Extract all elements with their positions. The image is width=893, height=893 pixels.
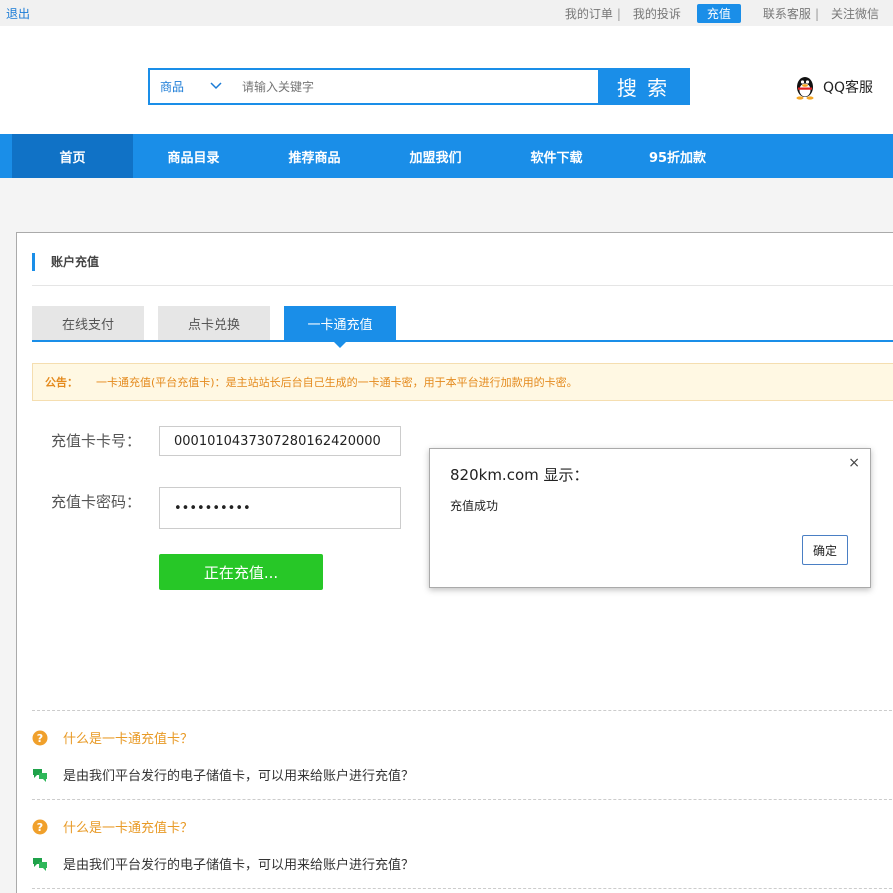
ok-button[interactable]: 确定 xyxy=(802,535,848,565)
my-orders-link[interactable]: 我的订单 xyxy=(565,5,613,22)
search-input[interactable] xyxy=(234,70,598,103)
svg-text:?: ? xyxy=(37,821,43,834)
tab-card-exchange[interactable]: 点卡兑换 xyxy=(158,306,270,340)
nav-home[interactable]: 首页 xyxy=(12,134,133,178)
notice-bar: 公告： 一卡通充值(平台充值卡)：是主站站长后台自己生成的一卡通卡密，用于本平台… xyxy=(32,363,893,401)
nav-join-us[interactable]: 加盟我们 xyxy=(375,134,496,178)
recharge-link[interactable]: 充值 xyxy=(696,4,741,23)
top-links: 我的订单 | 我的投诉 充值 联系客服 | 关注微信 xyxy=(561,4,883,23)
nav-discount-topup[interactable]: 95折加款 xyxy=(617,134,738,178)
separator: | xyxy=(814,6,819,21)
tab-one-card-recharge[interactable]: 一卡通充值 xyxy=(284,306,396,348)
divider xyxy=(32,285,893,286)
header: 商品 搜 索 QQ客服 xyxy=(0,26,893,134)
nav-software-download[interactable]: 软件下载 xyxy=(496,134,617,178)
faq-question: ? 什么是一卡通充值卡？ xyxy=(32,817,193,836)
dialog-message: 充值成功 xyxy=(450,499,499,513)
question-icon: ? xyxy=(32,819,48,834)
card-number-label: 充值卡卡号： xyxy=(51,432,142,450)
svg-text:?: ? xyxy=(37,732,43,745)
logout-link[interactable]: 退出 xyxy=(6,5,30,22)
faq-question: ? 什么是一卡通充值卡？ xyxy=(32,728,193,747)
contact-service-link[interactable]: 联系客服 xyxy=(763,5,811,22)
qq-penguin-icon xyxy=(796,77,814,100)
separator: | xyxy=(616,6,621,21)
faq-question-text: 什么是一卡通充值卡？ xyxy=(63,732,194,747)
faq-answer: 是由我们平台发行的电子储值卡，可以用来给账户进行充值？ xyxy=(32,765,414,784)
divider xyxy=(32,710,893,711)
qq-service-label: QQ客服 xyxy=(823,80,874,96)
faq-answer-text: 是由我们平台发行的电子储值卡，可以用来给账户进行充值？ xyxy=(63,769,415,784)
page-title: 账户充值 xyxy=(32,253,99,271)
main-nav: 首页 商品目录 推荐商品 加盟我们 软件下载 95折加款 xyxy=(0,134,893,178)
qq-service-link[interactable]: QQ客服 xyxy=(793,74,873,100)
chat-bubble-icon xyxy=(33,768,47,782)
question-icon: ? xyxy=(32,730,48,745)
search-box: 商品 搜 索 xyxy=(148,68,690,105)
nav-recommended[interactable]: 推荐商品 xyxy=(254,134,375,178)
recharge-submit-button[interactable]: 正在充值... xyxy=(159,554,323,590)
divider xyxy=(32,799,893,800)
tab-online-payment[interactable]: 在线支付 xyxy=(32,306,144,340)
chevron-down-icon xyxy=(210,82,222,90)
divider xyxy=(32,888,893,889)
chat-bubble-icon xyxy=(33,857,47,871)
follow-wechat-link[interactable]: 关注微信 xyxy=(831,5,879,22)
payment-tabs: 在线支付 点卡兑换 一卡通充值 xyxy=(32,306,893,348)
notice-label: 公告： xyxy=(45,376,78,389)
alert-dialog: 820km.com 显示： × 充值成功 确定 xyxy=(429,448,871,588)
faq-answer-text: 是由我们平台发行的电子储值卡，可以用来给账户进行充值？ xyxy=(63,858,415,873)
card-number-field[interactable]: 0001010437307280162420000 xyxy=(159,426,401,456)
search-category-label: 商品 xyxy=(160,80,185,94)
nav-product-catalog[interactable]: 商品目录 xyxy=(133,134,254,178)
notice-text: 一卡通充值(平台充值卡)：是主站站长后台自己生成的一卡通卡密，用于本平台进行加款… xyxy=(96,376,578,389)
my-complaints-link[interactable]: 我的投诉 xyxy=(633,5,681,22)
search-button[interactable]: 搜 索 xyxy=(598,70,688,103)
close-icon[interactable]: × xyxy=(848,455,860,471)
search-category-select[interactable]: 商品 xyxy=(150,70,234,103)
card-password-field[interactable]: •••••••••• xyxy=(159,487,401,529)
card-password-label: 充值卡密码： xyxy=(51,493,142,511)
faq-question-text: 什么是一卡通充值卡？ xyxy=(63,821,194,836)
top-bar: 退出 我的订单 | 我的投诉 充值 联系客服 | 关注微信 xyxy=(0,0,893,26)
faq-answer: 是由我们平台发行的电子储值卡，可以用来给账户进行充值？ xyxy=(32,854,414,873)
dialog-title: 820km.com 显示： xyxy=(450,466,589,484)
